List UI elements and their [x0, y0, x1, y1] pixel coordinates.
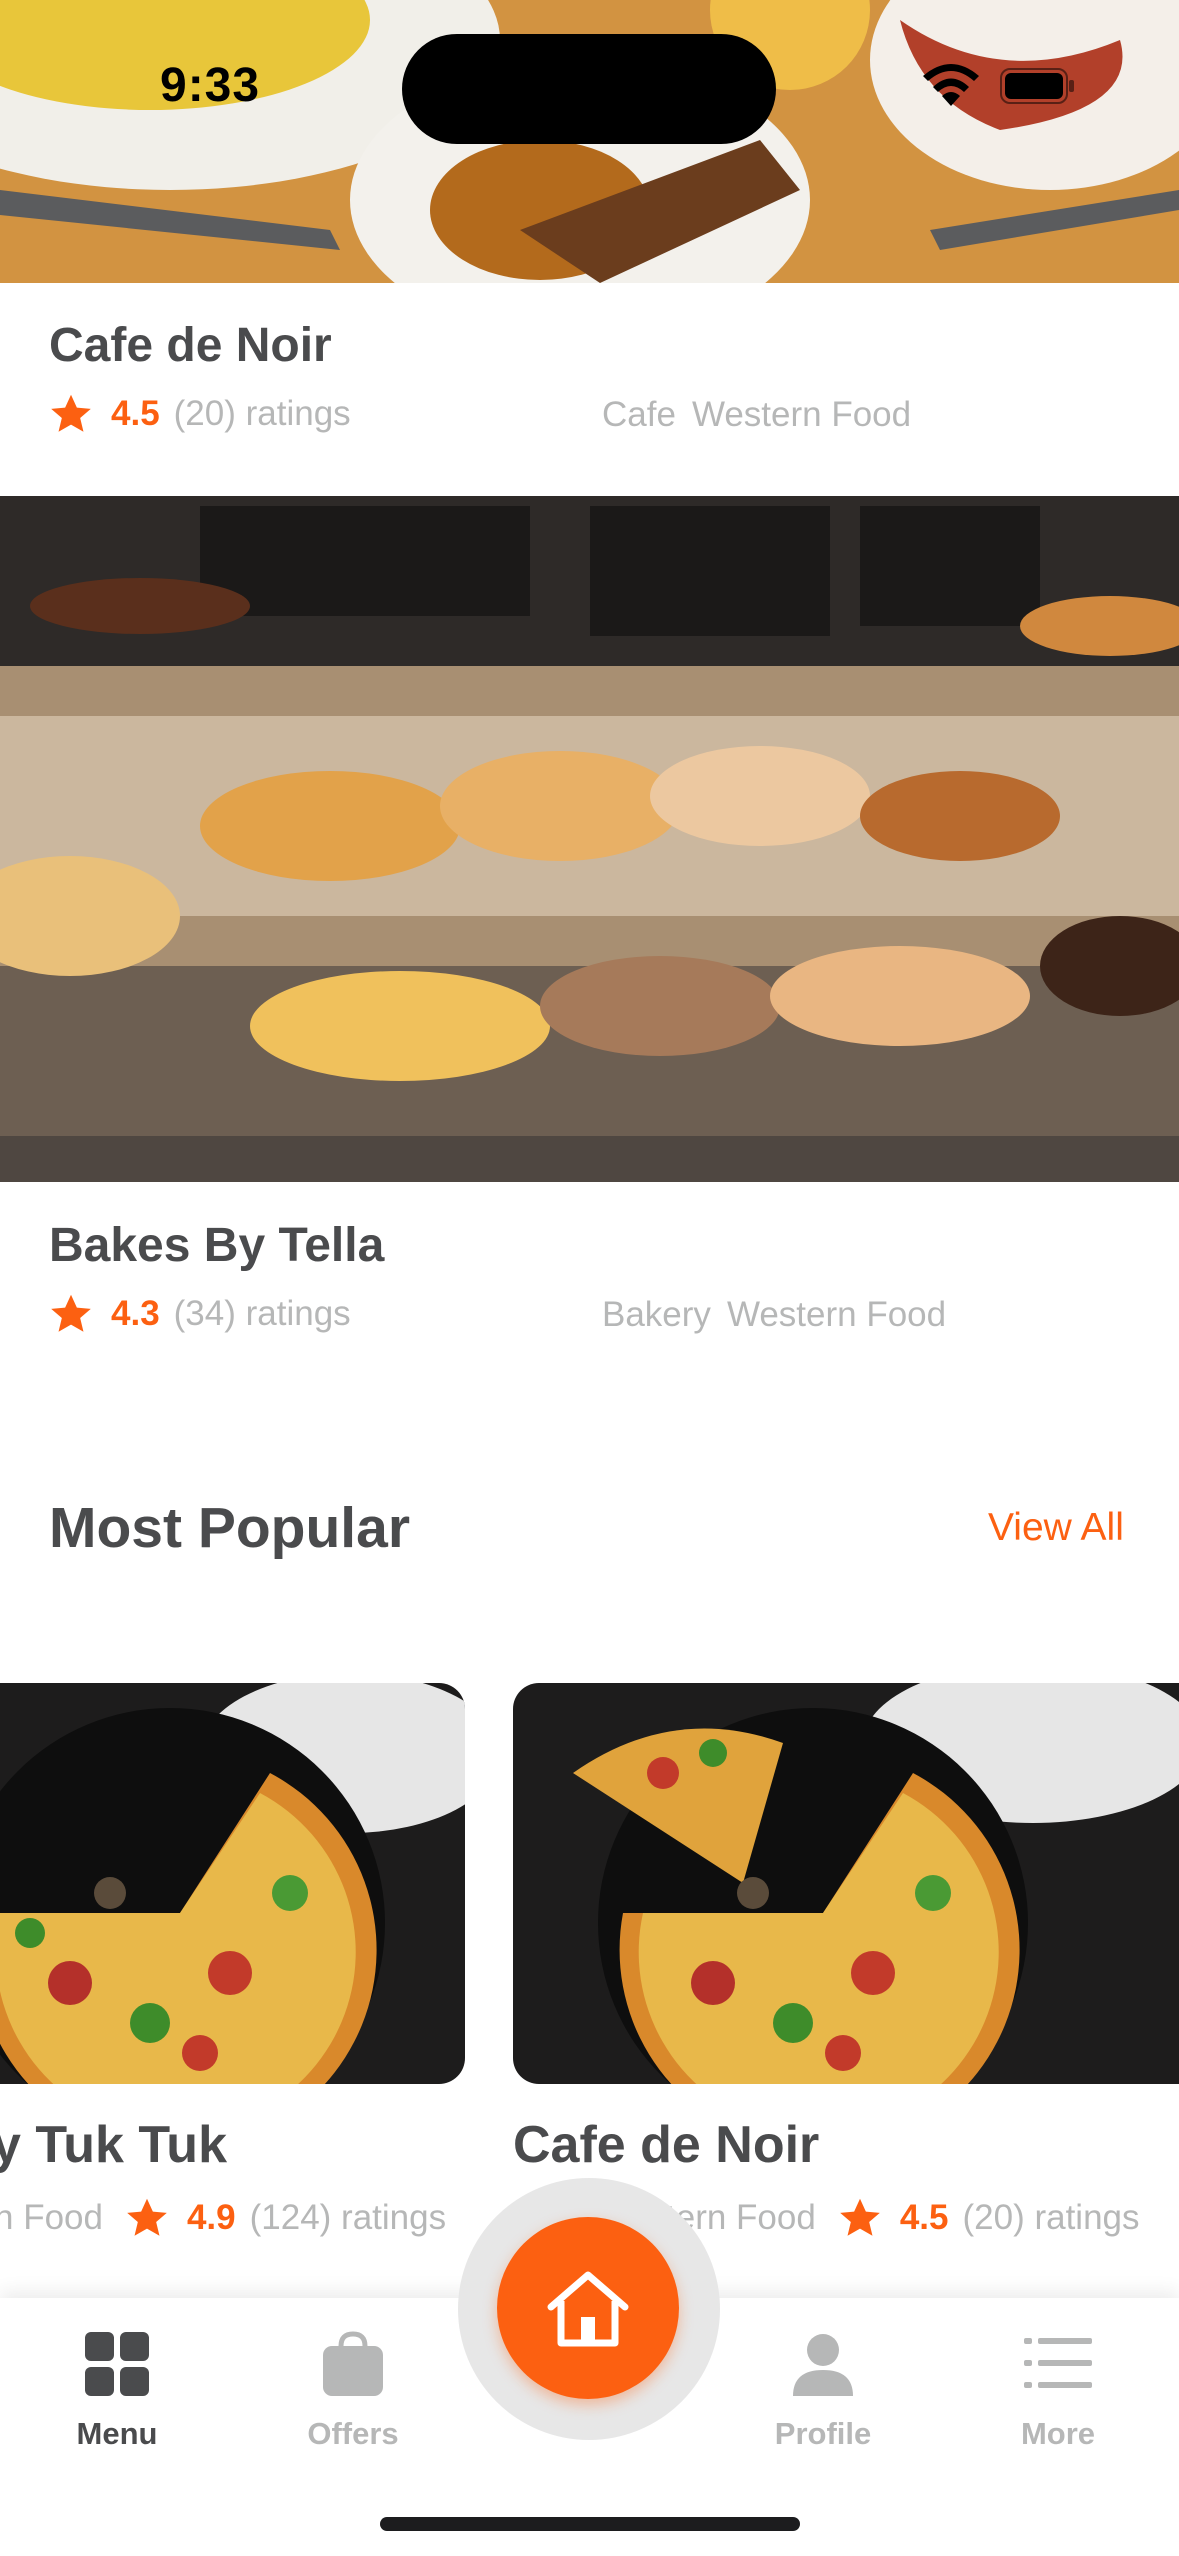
- home-indicator: [380, 2517, 800, 2531]
- most-popular-title: Most Popular: [49, 1496, 411, 1560]
- rating-count: (20) ratings: [962, 2198, 1140, 2237]
- tab-profile[interactable]: Profile: [733, 2328, 913, 2452]
- rating-count: (34) ratings: [173, 1294, 351, 1333]
- star-icon: [127, 2198, 167, 2236]
- tab-label: More: [1020, 2416, 1096, 2451]
- tab-offers[interactable]: Offers: [263, 2328, 443, 2452]
- list-icon: [1024, 2338, 1092, 2388]
- category-label: Western Food: [691, 395, 912, 434]
- wifi-icon: [923, 64, 979, 106]
- category-label: Western Food: [726, 1295, 947, 1334]
- tab-label: Menu: [76, 2416, 158, 2451]
- popular-card-image[interactable]: [513, 1683, 1179, 2084]
- restaurant-categories: Bakery Western Food: [602, 1295, 946, 1335]
- home-button[interactable]: [497, 2217, 679, 2399]
- restaurant-name[interactable]: Cafe de Noir: [49, 318, 332, 373]
- popular-item-name[interactable]: Cafe de Noir: [513, 2115, 819, 2175]
- category-label: Bakery: [602, 1295, 711, 1334]
- home-icon: [547, 2271, 629, 2347]
- star-icon: [51, 1294, 91, 1332]
- rating-value: 4.3: [111, 1294, 160, 1333]
- rating-value: 4.5: [899, 2198, 949, 2237]
- popular-item-name[interactable]: y Tuk Tuk: [0, 2115, 227, 2175]
- rating-row: 4.3 (34) ratings: [49, 1292, 351, 1336]
- bag-icon: [323, 2331, 383, 2396]
- bakes-by-tella-photo[interactable]: [0, 496, 1179, 1182]
- grid-icon: [85, 2332, 149, 2396]
- status-time: 9:33: [160, 59, 261, 112]
- rating-value: 4.5: [111, 394, 160, 433]
- rating-row: 4.5 (20) ratings: [49, 392, 351, 436]
- tab-label: Offers: [307, 2416, 399, 2451]
- popular-card-image[interactable]: [0, 1683, 465, 2084]
- rating-value: 4.9: [186, 2198, 236, 2237]
- star-icon: [840, 2198, 880, 2236]
- dynamic-island: [402, 34, 776, 144]
- restaurant-name[interactable]: Bakes By Tella: [49, 1218, 384, 1273]
- popular-item-meta: n Food 4.9 (124) ratings: [0, 2196, 446, 2240]
- battery-icon: [1000, 68, 1074, 104]
- tab-more[interactable]: More: [968, 2328, 1148, 2452]
- rating-count: (20) ratings: [173, 394, 351, 433]
- tab-label: Profile: [774, 2416, 872, 2451]
- person-icon: [793, 2334, 853, 2396]
- rating-count: (124) ratings: [249, 2198, 447, 2237]
- tab-menu[interactable]: Menu: [27, 2328, 207, 2452]
- star-icon: [51, 394, 91, 432]
- view-all-link[interactable]: View All: [988, 1506, 1124, 1550]
- restaurant-categories: Cafe Western Food: [602, 395, 911, 435]
- popular-item-category: n Food: [0, 2198, 103, 2237]
- category-label: Cafe: [602, 395, 676, 434]
